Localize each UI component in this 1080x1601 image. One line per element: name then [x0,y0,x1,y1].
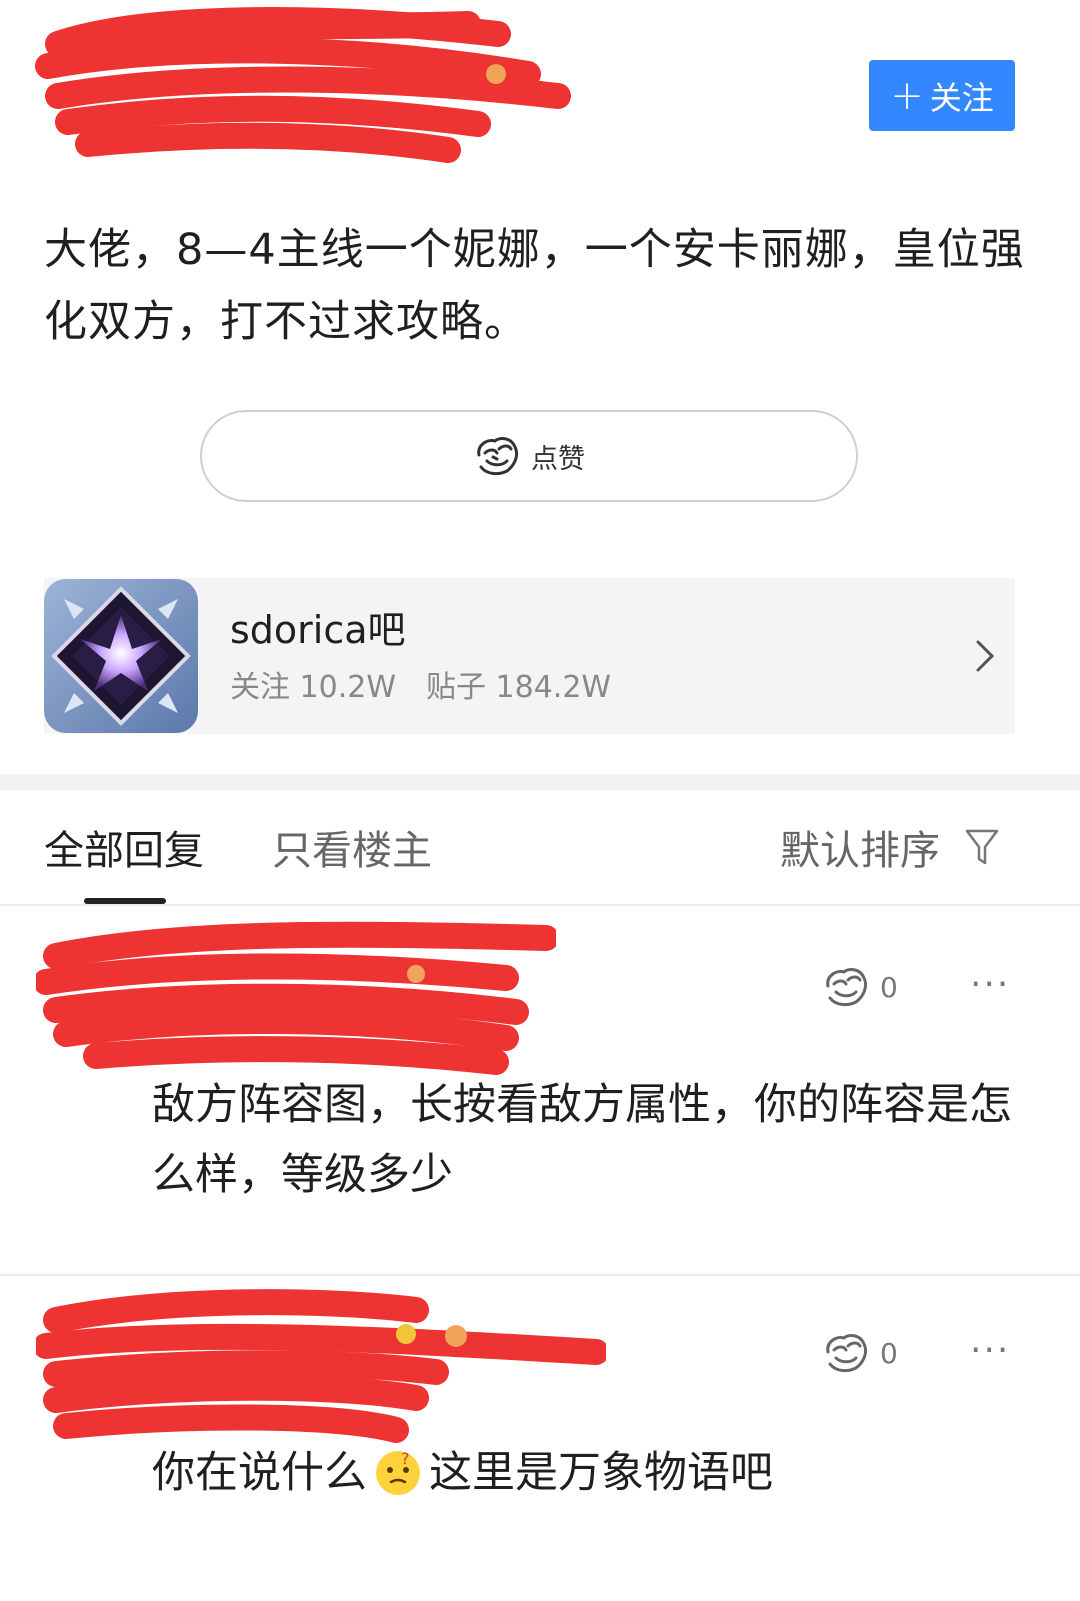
more-options-button[interactable]: ··· [970,1330,1010,1371]
sort-label: 默认排序 [780,828,940,874]
author-redaction [35,7,571,163]
filter-icon [965,829,999,865]
more-options-button[interactable]: ··· [970,964,1010,1005]
plus-icon: + [890,72,924,119]
section-divider [0,774,1080,790]
sdorica-logo [44,579,198,733]
reply-like-count: 0 [880,970,898,1004]
follow-label: 关注 [929,78,994,117]
reply-item: 0 ··· 你在说什么 ? 这里是万象物语吧 [0,1276,1080,1601]
svg-text:?: ? [401,1449,410,1468]
forum-name: sdorica吧 [230,608,406,652]
thumbs-up-icon [826,968,868,1007]
reply-like-count: 0 [880,1336,898,1370]
tab-owner-only[interactable]: 只看楼主 [272,818,432,876]
like-label: 点赞 [531,443,585,475]
thumbs-up-icon [477,437,519,476]
reply-like-button[interactable]: 0 [822,1332,898,1374]
reply-item: 0 ··· 敌方阵容图，长按看敌方属性，你的阵容是怎么样，等级多少 [0,906,1080,1274]
sort-button[interactable]: 默认排序 [780,818,1000,876]
forum-stats: 关注 10.2W 贴子 184.2W [230,662,955,706]
post-detail-page: + 关注 大佬，8—4主线一个妮娜，一个安卡丽娜，皇位强化双方，打不过求攻略。 … [0,0,1080,1601]
chevron-right-icon [955,638,1015,674]
reply-like-button[interactable]: 0 [822,966,898,1008]
tab-all-replies[interactable]: 全部回复 [44,818,204,876]
reply-text-before: 你在说什么 [152,1448,367,1498]
forum-post-count: 贴子 184.2W [426,670,612,705]
reply-content: 你在说什么 ? 这里是万象物语吧 [152,1438,1032,1508]
reply-author-redaction [36,921,556,1075]
reply-tabs: 全部回复 只看楼主 默认排序 [0,790,1080,904]
reply-author-redaction [36,1289,606,1443]
thumbs-up-icon [826,1334,868,1373]
follow-button[interactable]: + 关注 [869,60,1015,131]
post-content: 大佬，8—4主线一个妮娜，一个安卡丽娜，皇位强化双方，打不过求攻略。 [44,225,1025,347]
forum-info: sdorica吧 关注 10.2W 贴子 184.2W [230,606,955,706]
reply-text-after: 这里是万象物语吧 [429,1448,773,1498]
forum-card[interactable]: sdorica吧 关注 10.2W 贴子 184.2W [44,578,1015,734]
like-button[interactable]: 点赞 [200,410,858,502]
forum-follow-count: 关注 10.2W [230,670,396,705]
reply-content: 敌方阵容图，长按看敌方属性，你的阵容是怎么样，等级多少 [152,1080,1012,1200]
thinking-emoji-icon: ? [376,1449,420,1495]
